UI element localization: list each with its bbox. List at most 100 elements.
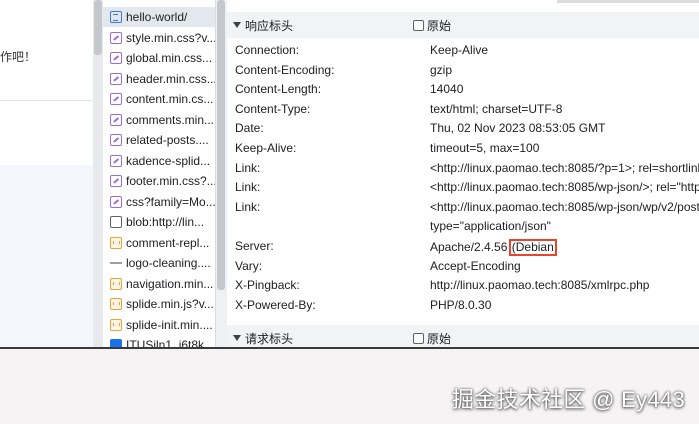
page-text-fragment: 作吧！ (0, 50, 37, 64)
request-list-item[interactable]: footer.min.css?... (103, 171, 216, 191)
header-name: Content-Type: (235, 101, 311, 116)
request-list-item[interactable]: splide.min.js?v... (103, 294, 215, 314)
header-value: type="application/json" (430, 219, 551, 234)
header-row: Connection: Keep-Alive (227, 40, 699, 60)
raw-headers-toggle[interactable]: 原始 (413, 330, 451, 347)
header-name: Keep-Alive: (235, 141, 297, 155)
script-file-icon (110, 277, 122, 290)
request-list-item[interactable]: hello-world/ (103, 7, 215, 27)
request-name: navigation.min... (126, 276, 214, 291)
css-file-icon (110, 93, 122, 105)
page-shaded-area (0, 165, 93, 347)
request-list-item[interactable]: splide-init.min.... (103, 315, 215, 335)
header-name: Content-Length: (235, 82, 322, 97)
request-list-item[interactable]: css?family=Mo... (103, 192, 216, 212)
header-value: timeout=5, max=100 (430, 141, 540, 155)
request-headers-section[interactable]: 请求标头 原始 (227, 325, 699, 347)
header-value: 14040 (430, 82, 464, 97)
header-value-container: Accept-Encoding (430, 259, 521, 273)
header-row: Date: Thu, 02 Nov 2023 08:53:05 GMT (227, 118, 699, 138)
request-name: ITUSiln1_i6t8k... (126, 338, 215, 347)
request-headers-title: 请求标头 (245, 331, 294, 346)
header-value-container: gzip (430, 63, 452, 77)
network-request-list: hello-world/style.min.css?v... global.min… (103, 0, 216, 347)
header-row: X-Powered-By: PHP/8.0.30 (227, 295, 699, 315)
tab-underline (557, 0, 699, 3)
header-name: Link: (235, 199, 261, 214)
request-name: content.min.cs... (126, 92, 214, 106)
header-name: Link: (235, 160, 261, 175)
header-row: Server: Apache/2.4.56 (Debian (227, 236, 699, 256)
css-file-icon (110, 154, 122, 167)
request-name: global.min.css... (126, 51, 213, 65)
raw-headers-toggle[interactable]: 原始 (413, 17, 451, 34)
header-value: Apache/2.4.56 (430, 240, 511, 254)
request-name: footer.min.css?... (126, 174, 216, 188)
header-row: Content-Length: 14040 (227, 79, 699, 99)
raw-checkbox-icon[interactable] (413, 19, 424, 31)
request-name: logo-cleaning.... (126, 256, 211, 270)
request-name: css?family=Mo... (126, 194, 216, 209)
document-icon (110, 11, 122, 23)
request-list-item[interactable]: global.min.css... (103, 48, 215, 68)
header-row: Vary: Accept-Encoding (227, 256, 699, 276)
request-list-scrollbar-thumb[interactable] (217, 0, 225, 290)
header-row: Keep-Alive: timeout=5, max=100 (227, 138, 699, 158)
css-file-icon (110, 195, 122, 208)
css-file-icon (110, 113, 122, 126)
highlighted-annotation: (Debian (508, 239, 557, 256)
header-value: Thu, 02 Nov 2023 08:53:05 GMT (430, 121, 606, 136)
request-name: comments.min... (126, 112, 215, 127)
request-name: hello-world/ (126, 10, 188, 24)
css-file-icon (110, 134, 122, 146)
header-value-container: 14040 (430, 82, 463, 96)
request-list-item[interactable]: comments.min... (103, 110, 215, 130)
headers-panel: 响应标头 原始 Connection: Keep-Alive Content-Enc… (227, 0, 699, 347)
header-row: type="application/json" (227, 216, 699, 236)
expand-triangle-icon[interactable] (233, 335, 241, 341)
request-list-item[interactable]: ITUSiln1_i6t8k... (103, 335, 215, 347)
header-value: <http://linux.paomao.tech:8085/wp-json/>… (430, 180, 699, 195)
request-list-item[interactable]: header.min.css... (103, 69, 215, 89)
raw-label: 原始 (427, 18, 452, 33)
header-row: Content-Type: text/html; charset=UTF-8 (227, 99, 699, 119)
header-value: PHP/8.0.30 (430, 297, 492, 312)
header-name: Date: (235, 121, 264, 136)
header-value-container: Apache/2.4.56 (Debian (430, 239, 557, 256)
css-file-icon (110, 31, 122, 44)
header-value-container: Keep-Alive (430, 43, 488, 57)
script-file-icon (110, 318, 122, 331)
header-value-container: <http://linux.paomao.tech:8085/?p=1>; re… (430, 161, 699, 175)
header-value: Accept-Encoding (430, 258, 521, 273)
header-value: <http://linux.paomao.tech:8085/?p=1>; re… (430, 160, 699, 175)
request-list-item[interactable]: kadence-splid... (103, 151, 215, 171)
request-list-item[interactable]: blob:http://lin... (103, 212, 215, 232)
request-list-item[interactable]: style.min.css?v... (103, 28, 215, 48)
header-row: X-Pingback: http://linux.paomao.tech:8085… (227, 275, 699, 295)
header-name: Connection: (235, 43, 300, 57)
header-row: Link: <http://linux.paomao.tech:8085/?p=1… (227, 158, 699, 178)
raw-label: 原始 (427, 331, 452, 346)
request-name: blob:http://lin... (126, 215, 205, 229)
request-list-item[interactable]: comment-repl... (103, 233, 215, 253)
header-value-container: <http://linux.paomao.tech:8085/wp-json/>… (430, 180, 699, 194)
request-list-item[interactable]: logo-cleaning.... (103, 253, 215, 273)
header-value-container: <http://linux.paomao.tech:8085/wp-json/w… (430, 200, 699, 214)
page-scrollbar-thumb[interactable] (94, 0, 102, 55)
blob-file-icon (110, 216, 122, 228)
header-row: Link: <http://linux.paomao.tech:8085/wp-j… (227, 177, 699, 197)
script-file-icon (110, 298, 122, 310)
request-list-item[interactable]: navigation.min... (103, 274, 215, 294)
font-file-icon (110, 339, 122, 347)
header-value: text/html; charset=UTF-8 (430, 101, 563, 116)
raw-checkbox-icon[interactable] (413, 332, 424, 344)
header-value-container: type="application/json" (430, 219, 551, 233)
response-headers-section[interactable]: 响应标头 原始 (227, 12, 699, 38)
request-name: splide.min.js?v... (126, 297, 214, 311)
watermark-text: 掘金技术社区 @ Ey443 (451, 387, 685, 412)
request-list-item[interactable]: related-posts.... (103, 130, 215, 150)
expand-triangle-icon[interactable] (233, 22, 241, 28)
request-list-item[interactable]: content.min.cs... (103, 89, 215, 109)
request-name: comment-repl... (126, 235, 210, 250)
header-value-container: text/html; charset=UTF-8 (430, 102, 562, 116)
